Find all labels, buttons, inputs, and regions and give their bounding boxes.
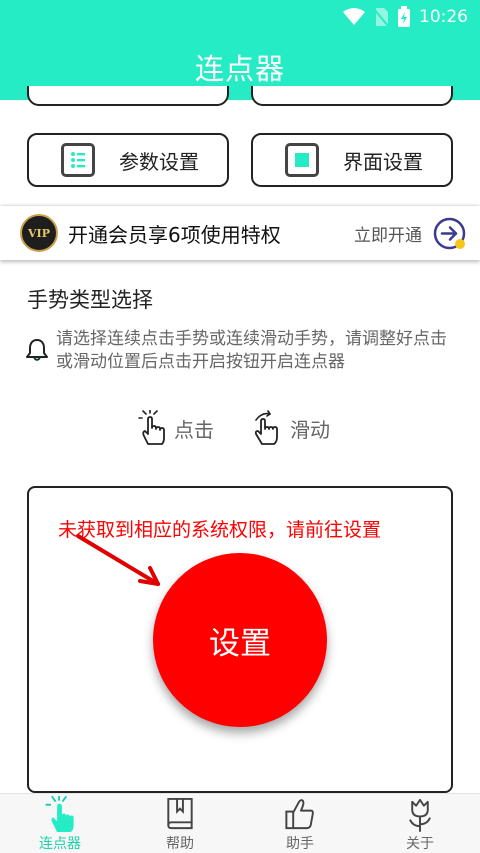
parameter-settings-label: 参数设置 (119, 149, 199, 174)
nav-label-assistant: 助手 (286, 836, 314, 852)
thumbs-up-icon (285, 799, 314, 830)
no-sim-icon (373, 8, 389, 27)
bell-icon (26, 339, 48, 361)
status-time: 10:26 (419, 7, 468, 27)
interface-settings-label: 界面设置 (343, 149, 423, 174)
nav-item-help[interactable]: 帮助 (120, 794, 240, 853)
status-bar: 10:26 (343, 0, 480, 34)
swipe-hand-icon (254, 410, 278, 445)
vip-text: 开通会员享6项使用特权 (68, 222, 281, 247)
gesture-section-title: 手势类型选择 (27, 288, 153, 312)
nav-label-help: 帮助 (166, 836, 194, 852)
vip-banner[interactable]: VIP 开通会员享6项使用特权 立即开通 (0, 206, 480, 260)
tulip-icon (409, 798, 431, 833)
nav-label-clicker: 连点器 (39, 836, 81, 852)
scrolled-button-left[interactable] (27, 86, 229, 106)
swipe-mode-label: 滑动 (290, 417, 330, 442)
scrolled-button-right[interactable] (251, 86, 453, 106)
parameter-settings-button[interactable]: 参数设置 (27, 133, 229, 187)
nav-item-assistant[interactable]: 助手 (240, 794, 360, 853)
app-header: 10:26 连点器 (0, 0, 480, 100)
square-icon (285, 143, 319, 177)
tap-hand-icon (138, 410, 165, 445)
nav-label-about: 关于 (406, 836, 434, 852)
interface-settings-button[interactable]: 界面设置 (251, 133, 453, 187)
tap-mode-option[interactable]: 点击 (136, 410, 214, 446)
red-arrow-icon (76, 534, 160, 586)
tap-hand-icon (45, 796, 74, 833)
vip-open-link[interactable]: 立即开通 (354, 221, 422, 246)
arrow-circle-icon[interactable] (433, 217, 466, 250)
page-title: 连点器 (194, 52, 285, 86)
nav-item-clicker[interactable]: 连点器 (0, 794, 120, 853)
nav-item-about[interactable]: 关于 (360, 794, 480, 853)
battery-charging-icon (398, 6, 410, 27)
vip-badge-icon: VIP (20, 214, 58, 252)
wifi-icon (343, 8, 365, 25)
list-icon (61, 143, 95, 177)
gesture-hint: 请选择连续点击手势或连续滑动手势，请调整好点击或滑动位置后点击开启按钮开启连点器 (56, 329, 447, 372)
bottom-nav: 连点器 帮助 助手 关于 (0, 793, 480, 853)
tap-mode-label: 点击 (174, 417, 214, 442)
book-icon (167, 797, 193, 830)
settings-button[interactable]: 设置 (153, 553, 327, 727)
swipe-mode-option[interactable]: 滑动 (252, 410, 330, 446)
